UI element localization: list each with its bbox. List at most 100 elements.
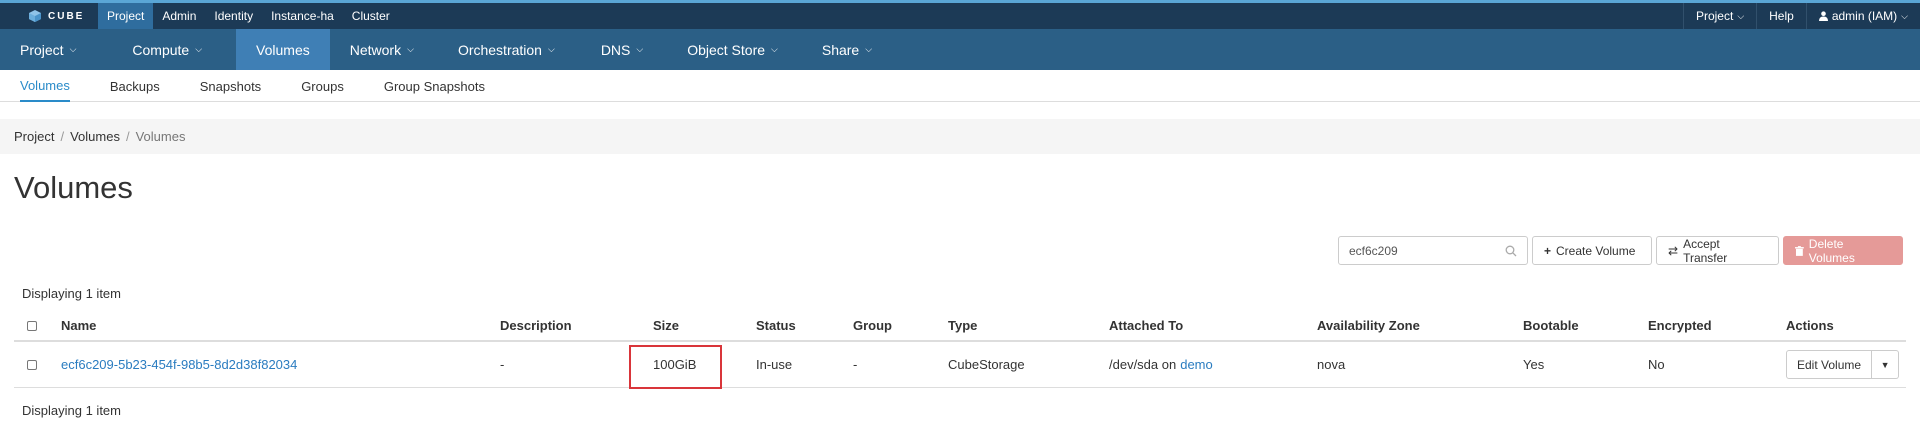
topnav-instance-ha[interactable]: Instance-ha xyxy=(262,3,343,29)
header-availability-zone[interactable]: Availability Zone xyxy=(1317,311,1420,340)
chevron-down-icon: ⌵ xyxy=(865,44,873,54)
header-actions: Actions xyxy=(1786,318,1834,333)
mainnav-network[interactable]: Network ⌵ xyxy=(330,29,434,70)
tab-volumes[interactable]: Volumes xyxy=(20,70,70,102)
chevron-down-icon: ⌵ xyxy=(1737,10,1745,21)
size-highlight-box xyxy=(629,345,722,389)
mainnav-project[interactable]: Project ⌵ xyxy=(0,29,96,70)
row-checkbox[interactable] xyxy=(27,359,37,370)
mainnav-volumes[interactable]: Volumes xyxy=(236,29,330,70)
delete-volumes-button[interactable]: Delete Volumes xyxy=(1783,236,1903,265)
volume-bootable: Yes xyxy=(1523,357,1545,372)
mainnav-compute[interactable]: Compute ⌵ xyxy=(96,29,222,70)
header-type[interactable]: Type xyxy=(948,311,977,340)
mainnav-label: Orchestration xyxy=(457,41,542,58)
tab-groups[interactable]: Groups xyxy=(301,70,344,102)
tab-backups[interactable]: Backups xyxy=(110,70,160,102)
accept-transfer-button[interactable]: ⇄ Accept Transfer xyxy=(1656,236,1779,265)
brand-logo[interactable]: CUBE xyxy=(28,3,84,29)
project-dropdown[interactable]: Project ⌵ xyxy=(1682,3,1756,29)
header-description[interactable]: Description xyxy=(500,311,572,340)
attached-instance-link[interactable]: demo xyxy=(1180,357,1213,372)
chevron-down-icon: ⌵ xyxy=(407,44,414,54)
breadcrumb-current: Volumes xyxy=(135,129,186,144)
breadcrumb: Project / Volumes / Volumes xyxy=(0,119,1920,154)
row-actions: Edit Volume ▼ xyxy=(1786,342,1900,387)
mainnav-label: Project xyxy=(20,41,64,58)
user-icon xyxy=(1818,11,1828,21)
plus-icon: + xyxy=(1544,243,1552,258)
mainnav-object-store[interactable]: Object Store ⌵ xyxy=(663,29,798,70)
cube-icon xyxy=(29,10,41,22)
topnav-identity[interactable]: Identity xyxy=(205,3,262,29)
help-link[interactable]: Help xyxy=(1756,3,1806,29)
chevron-down-icon: ⌵ xyxy=(1901,10,1908,21)
header-encrypted[interactable]: Encrypted xyxy=(1648,311,1712,340)
breadcrumb-separator: / xyxy=(60,129,65,144)
displaying-count: Displaying 1 item xyxy=(22,286,121,301)
volume-attached-to: /dev/sda on demo xyxy=(1109,342,1213,387)
breadcrumb-separator: / xyxy=(125,129,130,144)
volumes-table: Name Description Size Status Group Type … xyxy=(14,311,1906,388)
project-dropdown-label: Project xyxy=(1695,9,1734,23)
tab-group-snapshots[interactable]: Group Snapshots xyxy=(384,70,485,102)
breadcrumb-project[interactable]: Project xyxy=(14,129,54,144)
header-status[interactable]: Status xyxy=(756,311,796,340)
top-right-menu: Project ⌵ Help admin (IAM) ⌵ xyxy=(1682,3,1920,29)
create-volume-button[interactable]: + Create Volume xyxy=(1532,236,1652,265)
topnav-cluster[interactable]: Cluster xyxy=(343,3,399,29)
chevron-down-icon: ⌵ xyxy=(195,44,203,54)
actions-dropdown-toggle[interactable]: ▼ xyxy=(1872,350,1900,379)
chevron-down-icon: ⌵ xyxy=(771,44,778,54)
topnav-admin[interactable]: Admin xyxy=(153,3,205,29)
header-name[interactable]: Name xyxy=(61,311,96,340)
select-all-checkbox[interactable] xyxy=(27,320,37,331)
main-nav: Project ⌵ Compute ⌵ Volumes Network ⌵ Orche… xyxy=(0,29,1920,70)
mainnav-label: DNS xyxy=(600,41,631,58)
brand-name: CUBE xyxy=(48,10,85,22)
header-bootable[interactable]: Bootable xyxy=(1523,311,1579,340)
accept-transfer-label: Accept Transfer xyxy=(1683,236,1728,265)
search-field[interactable] xyxy=(1338,236,1528,265)
help-label: Help xyxy=(1769,9,1794,23)
mainnav-label: Share xyxy=(821,41,860,58)
table-row: ecf6c209-5b23-454f-98b5-8d2d38f82034 - 1… xyxy=(14,342,1906,388)
volume-status: In-use xyxy=(756,357,793,372)
mainnav-dns[interactable]: DNS ⌵ xyxy=(575,29,663,70)
create-volume-label: Create Volume xyxy=(1556,243,1636,258)
mainnav-share[interactable]: Share ⌵ xyxy=(798,29,892,70)
chevron-down-icon: ⌵ xyxy=(547,44,555,54)
search-icon[interactable] xyxy=(1505,245,1517,257)
table-header: Name Description Size Status Group Type … xyxy=(14,311,1906,342)
chevron-down-icon: ⌵ xyxy=(69,44,77,54)
exchange-icon: ⇄ xyxy=(1668,243,1679,258)
row-select-cell xyxy=(27,342,37,387)
mainnav-orchestration[interactable]: Orchestration ⌵ xyxy=(434,29,575,70)
volume-name-link[interactable]: ecf6c209-5b23-454f-98b5-8d2d38f82034 xyxy=(61,342,297,387)
search-input[interactable] xyxy=(1349,243,1505,258)
header-group[interactable]: Group xyxy=(853,311,892,340)
header-attached-to[interactable]: Attached To xyxy=(1109,311,1183,340)
mainnav-label: Volumes xyxy=(256,41,310,58)
attached-device: /dev/sda on xyxy=(1109,357,1177,372)
mainnav-label: Compute xyxy=(132,41,190,58)
displaying-count-bottom: Displaying 1 item xyxy=(22,403,121,418)
chevron-down-icon: ⌵ xyxy=(636,44,644,54)
user-menu[interactable]: admin (IAM) ⌵ xyxy=(1805,3,1920,29)
tab-snapshots[interactable]: Snapshots xyxy=(200,70,261,102)
mainnav-label: Object Store xyxy=(687,41,766,58)
edit-volume-action-group: Edit Volume ▼ xyxy=(1786,350,1900,379)
mainnav-label: Network xyxy=(349,41,402,58)
volume-group: - xyxy=(853,357,858,372)
breadcrumb-volumes[interactable]: Volumes xyxy=(70,129,120,144)
topnav-project[interactable]: Project xyxy=(98,3,154,29)
volume-availability-zone: nova xyxy=(1317,357,1346,372)
edit-volume-button[interactable]: Edit Volume xyxy=(1786,350,1873,379)
select-all-cell xyxy=(27,311,37,340)
volume-description: - xyxy=(500,357,505,372)
volume-encrypted: No xyxy=(1648,357,1665,372)
sub-nav: Volumes Backups Snapshots Groups Group S… xyxy=(0,70,1920,102)
trash-icon xyxy=(1795,245,1804,256)
header-size[interactable]: Size xyxy=(653,311,679,340)
volume-type: CubeStorage xyxy=(948,357,1025,372)
